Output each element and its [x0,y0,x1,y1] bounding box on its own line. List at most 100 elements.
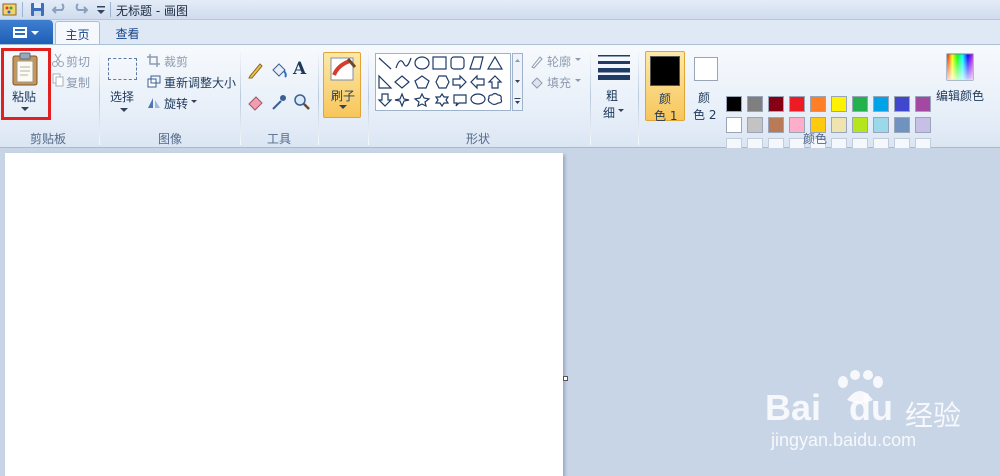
palette-color-swatch[interactable] [831,96,847,112]
right-arrow-shape-icon [452,74,467,90]
edit-colors-icon [946,53,974,81]
edit-colors-button[interactable]: 编辑颜色 [936,87,984,104]
rect-callout-shape-icon [453,94,467,107]
five-point-star-shape-icon [413,92,431,108]
shapes-gallery-scrollbar[interactable] [512,53,523,111]
brushes-dropdown-icon [339,105,347,109]
tools-group-label: 工具 [266,132,291,146]
palette-color-swatch[interactable] [915,96,931,112]
image-group-label: 图像 [157,132,182,146]
color1-swatch [650,56,680,86]
group-separator [638,49,639,145]
ribbon: 粘贴 剪切 复制 剪贴板 选择 裁剪 重新调整大小 旋转 图像 A 工具 刷子 … [0,44,1000,154]
qat-separator [22,2,23,17]
cut-icon [52,53,64,67]
curve-shape-icon [395,57,412,69]
group-separator [99,49,100,145]
color2-label-top: 颜 [698,91,711,105]
palette-color-swatch[interactable] [747,96,763,112]
palette-color-swatch[interactable] [789,96,805,112]
palette-color-swatch[interactable] [852,117,868,133]
watermark-url: jingyan.baidu.com [771,430,917,450]
rotate-dropdown-icon[interactable] [191,100,197,104]
ribbon-tab-strip: 主页 查看 [0,20,1000,45]
palette-color-swatch[interactable] [726,96,742,112]
size-label-bottom: 细 [603,106,616,120]
watermark-product: 经验 [905,399,962,432]
eraser-icon[interactable] [247,93,265,111]
palette-color-swatch[interactable] [726,117,742,133]
tab-home[interactable]: 主页 [55,21,100,45]
six-point-star-shape-icon [434,92,450,108]
size-label-top: 粗 [606,89,619,103]
palette-color-swatch[interactable] [873,96,889,112]
app-menu-button[interactable] [0,20,53,44]
select-dropdown-icon[interactable] [120,108,128,113]
pencil-icon[interactable] [247,61,265,79]
diamond-shape-icon [394,75,410,89]
fill-button[interactable]: 填充 [547,74,571,91]
qat-dropdown-icon[interactable] [93,2,109,17]
palette-color-swatch[interactable] [894,96,910,112]
resize-button[interactable]: 重新调整大小 [164,74,236,91]
line-shape-icon [378,57,392,70]
title-bar: 无标题 - 画图 [0,0,1000,20]
group-separator [368,49,369,145]
text-tool-icon[interactable]: A [293,59,306,79]
window-title: 无标题 - 画图 [116,4,188,18]
oval-shape-icon [414,56,430,70]
left-arrow-shape-icon [470,74,485,90]
fill-dropdown-icon[interactable] [575,79,581,83]
copy-button[interactable]: 复制 [66,74,90,91]
undo-icon[interactable] [52,2,68,17]
resize-icon [147,75,161,88]
palette-color-swatch[interactable] [894,117,910,133]
brush-icon [330,57,357,81]
brushes-button[interactable]: 刷子 [323,52,361,118]
rounded-rectangle-shape-icon [450,56,465,70]
fill-icon [531,77,543,89]
color1-button[interactable]: 颜 色 1 [645,51,685,123]
group-separator [318,49,319,145]
palette-color-swatch[interactable] [852,96,868,112]
palette-color-swatch[interactable] [768,117,784,133]
copy-icon [52,73,64,87]
outline-dropdown-icon[interactable] [575,58,581,62]
palette-color-swatch[interactable] [915,117,931,133]
baidu-jingyan-watermark: Bai du 经验 jingyan.baidu.com [765,370,995,470]
drawing-canvas[interactable] [5,153,563,476]
select-button[interactable]: 选择 [110,88,134,105]
color1-label-bottom: 色 1 [654,109,678,123]
palette-color-swatch[interactable] [747,117,763,133]
save-icon[interactable] [30,2,46,17]
redo-icon[interactable] [72,2,88,17]
watermark-brand: Bai [765,387,822,428]
palette-color-swatch[interactable] [873,117,889,133]
shapes-gallery[interactable] [375,53,511,111]
four-point-star-shape-icon [394,92,410,108]
crop-button[interactable]: 裁剪 [164,53,188,70]
pentagon-shape-icon [414,75,430,89]
palette-color-swatch[interactable] [810,96,826,112]
color2-button[interactable]: 颜 色 2 [688,51,728,122]
cut-button[interactable]: 剪切 [66,53,90,70]
brushes-label: 刷子 [331,89,356,103]
color-picker-icon[interactable] [270,93,288,111]
outline-button[interactable]: 轮廓 [547,53,571,70]
color2-label-bottom: 色 2 [693,108,717,122]
qat-separator [110,2,111,17]
triangle-shape-icon [486,55,504,70]
palette-color-swatch[interactable] [768,96,784,112]
canvas-resize-handle[interactable] [563,376,568,381]
oval-callout-shape-icon [470,93,486,105]
color2-swatch [694,57,718,81]
select-icon [108,58,137,80]
crop-icon [147,54,160,67]
tab-view[interactable]: 查看 [105,21,150,45]
magnifier-icon[interactable] [293,93,311,111]
watermark-brand-suffix: du [849,387,893,428]
fill-bucket-icon[interactable] [270,61,288,79]
rotate-button[interactable]: 旋转 [164,95,188,112]
outline-icon [531,56,543,69]
polygon-shape-icon [469,56,484,70]
